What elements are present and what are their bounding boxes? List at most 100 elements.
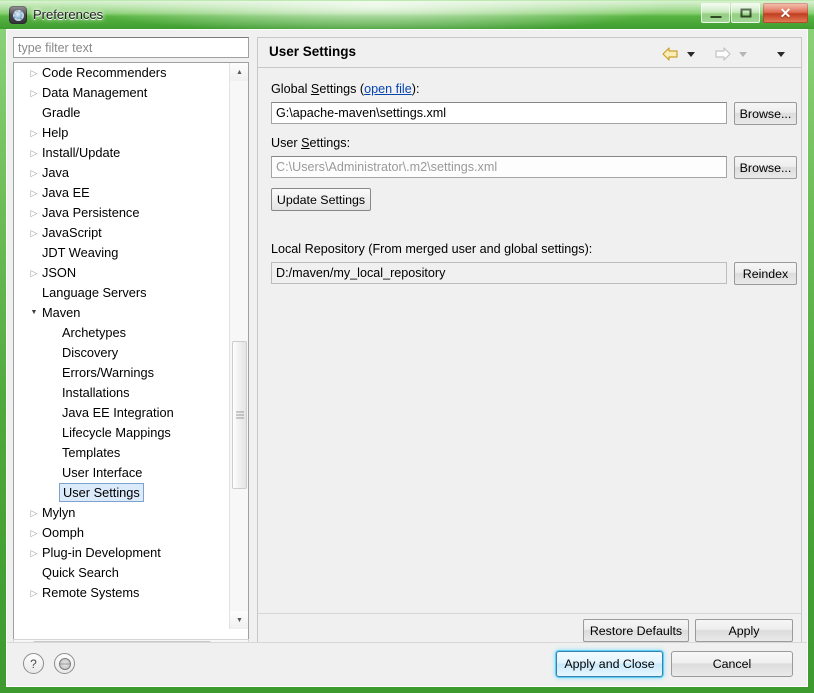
update-settings-button[interactable]: Update Settings <box>271 188 371 211</box>
forward-arrow-icon <box>714 46 731 62</box>
sidebar-item-label: Plug-in Development <box>42 545 161 560</box>
sidebar-item-label: Archetypes <box>62 325 127 340</box>
chevron-right-icon[interactable]: ▷ <box>26 63 42 83</box>
sidebar-item-lifecycle-mappings[interactable]: Lifecycle Mappings <box>14 423 230 443</box>
sidebar-item-quick-search[interactable]: Quick Search <box>14 563 230 583</box>
apply-button[interactable]: Apply <box>695 619 793 642</box>
sidebar-item-label: Errors/Warnings <box>62 365 154 380</box>
back-dropdown-icon[interactable] <box>687 46 695 62</box>
sidebar-item-code-recommenders[interactable]: ▷ Code Recommenders <box>14 63 230 83</box>
sidebar-item-install-update[interactable]: ▷ Install/Update <box>14 143 230 163</box>
sidebar-item-java-ee[interactable]: ▷ Java EE <box>14 183 230 203</box>
reindex-button[interactable]: Reindex <box>734 262 797 285</box>
sidebar-item-installations[interactable]: Installations <box>14 383 230 403</box>
chevron-right-icon[interactable]: ▷ <box>26 123 42 143</box>
sidebar-item-label: Mylyn <box>42 505 76 520</box>
open-file-link[interactable]: open file <box>364 82 412 96</box>
sidebar-item-templates[interactable]: Templates <box>14 443 230 463</box>
sidebar-item-language-servers[interactable]: Language Servers <box>14 283 230 303</box>
dialog-client-area: type filter text ▷ Code Recommenders ▷ Data… <box>6 29 808 687</box>
local-repository-label: Local Repository (From merged user and g… <box>271 242 593 256</box>
preferences-tree: ▷ Code Recommenders ▷ Data Management Gradle… <box>13 62 249 648</box>
chevron-right-icon[interactable]: ▷ <box>26 583 42 603</box>
sidebar-item-label: Help <box>42 125 69 140</box>
chevron-right-icon[interactable]: ▷ <box>26 543 42 563</box>
globe-icon[interactable] <box>54 653 75 674</box>
global-settings-input[interactable]: G:\apache-maven\settings.xml <box>271 102 727 124</box>
restore-defaults-button[interactable]: Restore Defaults <box>583 619 689 642</box>
help-icon[interactable]: ? <box>23 653 44 674</box>
sidebar-item-oomph[interactable]: ▷ Oomph <box>14 523 230 543</box>
tree-items-container: ▷ Code Recommenders ▷ Data Management Gradle… <box>14 63 230 629</box>
local-repository-input[interactable]: D:/maven/my_local_repository <box>271 262 727 284</box>
apply-and-close-button[interactable]: Apply and Close <box>556 651 663 677</box>
sidebar-item-label: Oomph <box>42 525 84 540</box>
scroll-down-icon[interactable]: ▼ <box>230 611 248 629</box>
title-bar: Preferences ✕ <box>0 0 814 29</box>
user-settings-input[interactable]: C:\Users\Administrator\.m2\settings.xml <box>271 156 727 178</box>
chevron-right-icon[interactable]: ▷ <box>26 503 42 523</box>
view-menu-icon[interactable] <box>777 46 785 62</box>
user-settings-browse-button[interactable]: Browse... <box>734 156 797 179</box>
global-settings-browse-button[interactable]: Browse... <box>734 102 797 125</box>
chevron-right-icon[interactable]: ▷ <box>26 163 42 183</box>
page-title: User Settings <box>269 44 357 59</box>
sidebar-item-label: Java EE <box>42 185 90 200</box>
chevron-right-icon[interactable]: ▷ <box>26 223 42 243</box>
user-settings-label-post: ettings: <box>309 136 351 150</box>
chevron-right-icon[interactable]: ▷ <box>26 263 42 283</box>
sidebar-item-archetypes[interactable]: Archetypes <box>14 323 230 343</box>
back-arrow-icon[interactable] <box>662 46 679 62</box>
sidebar-item-label: Templates <box>62 445 121 460</box>
chevron-right-icon[interactable]: ▷ <box>26 83 42 103</box>
sidebar-item-plug-in-development[interactable]: ▷ Plug-in Development <box>14 543 230 563</box>
minimize-button[interactable] <box>701 3 730 23</box>
sidebar-item-data-management[interactable]: ▷ Data Management <box>14 83 230 103</box>
preferences-window: Preferences ✕ type filter text ▷ Code Rec… <box>0 0 814 693</box>
sidebar-item-java[interactable]: ▷ Java <box>14 163 230 183</box>
sidebar-item-json[interactable]: ▷ JSON <box>14 263 230 283</box>
global-settings-label: Global Settings (open file): <box>271 82 419 96</box>
sidebar-item-label: Maven <box>42 305 81 320</box>
scroll-up-icon[interactable]: ▲ <box>230 63 248 81</box>
close-button[interactable]: ✕ <box>763 3 808 23</box>
sidebar-item-user-settings[interactable]: User Settings <box>14 483 230 503</box>
maximize-button[interactable] <box>731 3 760 23</box>
sidebar-item-label: JavaScript <box>42 225 102 240</box>
sidebar-item-mylyn[interactable]: ▷ Mylyn <box>14 503 230 523</box>
maximize-icon <box>740 8 751 18</box>
filter-input[interactable]: type filter text <box>13 37 249 58</box>
tree-vertical-scrollbar[interactable]: ▲ ▼ <box>229 63 248 629</box>
sidebar-item-java-persistence[interactable]: ▷ Java Persistence <box>14 203 230 223</box>
sidebar-item-label: Data Management <box>42 85 148 100</box>
sidebar-item-label: Install/Update <box>42 145 121 160</box>
chevron-right-icon[interactable]: ▷ <box>26 203 42 223</box>
sidebar-item-help[interactable]: ▷ Help <box>14 123 230 143</box>
chevron-down-icon[interactable]: ▼ <box>26 303 42 323</box>
sidebar-item-remote-systems[interactable]: ▷ Remote Systems <box>14 583 230 603</box>
sidebar-item-discovery[interactable]: Discovery <box>14 343 230 363</box>
sidebar-item-javascript[interactable]: ▷ JavaScript <box>14 223 230 243</box>
sidebar-item-jdt-weaving[interactable]: JDT Weaving <box>14 243 230 263</box>
sidebar-item-java-ee-integration[interactable]: Java EE Integration <box>14 403 230 423</box>
sidebar-item-label: Lifecycle Mappings <box>62 425 171 440</box>
sidebar-item-user-interface[interactable]: User Interface <box>14 463 230 483</box>
sidebar-item-maven[interactable]: ▼ Maven <box>14 303 230 323</box>
minimize-icon <box>710 16 721 18</box>
sidebar-item-errors-warnings[interactable]: Errors/Warnings <box>14 363 230 383</box>
sidebar-item-label: Java EE Integration <box>62 405 174 420</box>
forward-dropdown-icon <box>739 46 747 62</box>
chevron-right-icon[interactable]: ▷ <box>26 523 42 543</box>
sidebar-item-label: Remote Systems <box>42 585 140 600</box>
sidebar-item-label: Installations <box>62 385 130 400</box>
chevron-right-icon[interactable]: ▷ <box>26 183 42 203</box>
tree-vertical-scrollbar-thumb[interactable] <box>232 341 247 489</box>
globe-glyph <box>58 657 71 670</box>
cancel-button[interactable]: Cancel <box>671 651 793 677</box>
sidebar-item-label: Discovery <box>62 345 119 360</box>
sidebar-item-gradle[interactable]: Gradle <box>14 103 230 123</box>
panel-header: User Settings <box>258 38 801 68</box>
sidebar-item-label: JDT Weaving <box>42 245 119 260</box>
sidebar-item-label: User Interface <box>62 465 143 480</box>
chevron-right-icon[interactable]: ▷ <box>26 143 42 163</box>
